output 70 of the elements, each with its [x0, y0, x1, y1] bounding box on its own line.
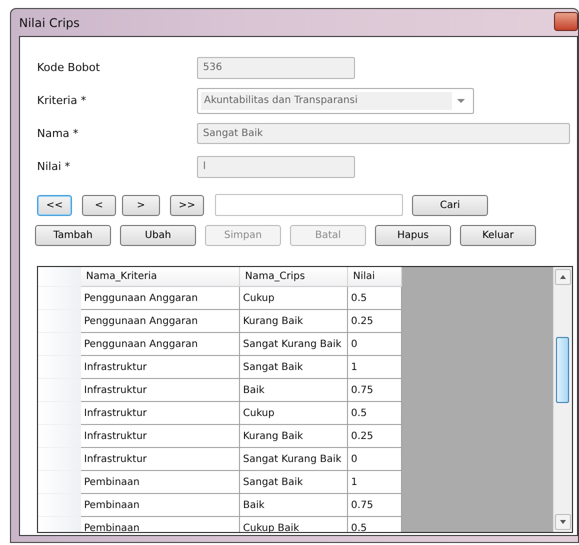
row-header[interactable] — [38, 379, 81, 402]
table-cell: 0.75 — [348, 494, 402, 517]
scrollbar[interactable] — [553, 267, 572, 532]
dropdown-field[interactable]: Akuntabilitas dan Transparansi — [197, 88, 474, 114]
action-button[interactable]: Tambah — [35, 225, 111, 246]
column-header[interactable]: Nama_Kriteria — [81, 267, 240, 287]
row-header[interactable] — [38, 310, 81, 333]
row-header[interactable] — [38, 448, 81, 471]
table-cell: Cukup — [240, 402, 348, 425]
table-cell: Sangat Baik — [240, 356, 348, 379]
table-cell: 0.25 — [348, 425, 402, 448]
navigation-button[interactable]: < — [82, 194, 116, 216]
field-label: Nama * — [37, 127, 80, 140]
navigation-button[interactable]: >> — [170, 194, 204, 216]
table-cell: 0.5 — [348, 517, 402, 532]
input-field[interactable]: Sangat Baik — [197, 123, 570, 144]
close-button[interactable] — [554, 12, 578, 31]
table-cell: Kurang Baik — [240, 310, 348, 333]
table-cell: 0.5 — [348, 402, 402, 425]
search-button[interactable]: Cari — [412, 194, 488, 216]
input-field[interactable]: l — [197, 156, 355, 178]
column-header[interactable]: Nama_Crips — [240, 267, 348, 287]
window-title: Nilai Crips — [19, 16, 80, 30]
field-label: Kriteria * — [37, 94, 88, 107]
table-cell: 1 — [348, 356, 402, 379]
row-header[interactable] — [38, 471, 81, 494]
table-cell: Sangat Kurang Baik — [240, 448, 348, 471]
table-cell: Sangat Baik — [240, 471, 348, 494]
row-header[interactable] — [38, 425, 81, 448]
table-cell: Pembinaan — [81, 517, 240, 532]
table-cell: 0 — [348, 333, 402, 356]
table-cell: Sangat Kurang Baik — [240, 333, 348, 356]
column-header[interactable]: Nilai — [348, 267, 402, 287]
row-header[interactable] — [38, 356, 81, 379]
table-cell: 0.5 — [348, 287, 402, 310]
action-button[interactable]: Hapus — [375, 225, 451, 246]
search-field[interactable] — [215, 194, 403, 216]
row-header[interactable] — [38, 402, 81, 425]
table-cell: Infrastruktur — [81, 425, 240, 448]
action-button[interactable]: Ubah — [120, 225, 196, 246]
row-header[interactable] — [38, 287, 81, 310]
table-cell: Baik — [240, 379, 348, 402]
navigation-button[interactable]: > — [122, 194, 160, 216]
row-header[interactable] — [38, 494, 81, 517]
table-cell: Infrastruktur — [81, 402, 240, 425]
scroll-up-icon[interactable] — [555, 269, 571, 285]
table-cell: 0 — [348, 448, 402, 471]
table-cell: 0.75 — [348, 379, 402, 402]
input-field[interactable]: 536 — [197, 56, 355, 78]
scroll-down-icon[interactable] — [555, 514, 571, 530]
corner-header[interactable] — [38, 267, 81, 287]
table-cell: Infrastruktur — [81, 379, 240, 402]
scroll-thumb[interactable] — [556, 337, 569, 403]
field-label: Kode Bobot — [37, 61, 101, 74]
navigation-button[interactable]: << — [37, 194, 72, 216]
table-cell: Infrastruktur — [81, 448, 240, 471]
table-cell: Penggunaan Anggaran — [81, 287, 240, 310]
table-cell: Penggunaan Anggaran — [81, 333, 240, 356]
table-cell: 1 — [348, 471, 402, 494]
table-cell: Kurang Baik — [240, 425, 348, 448]
table-cell: Pembinaan — [81, 471, 240, 494]
table-cell: 0.25 — [348, 310, 402, 333]
table-cell: Baik — [240, 494, 348, 517]
table-cell: Penggunaan Anggaran — [81, 310, 240, 333]
row-header[interactable] — [38, 333, 81, 356]
action-button[interactable]: Keluar — [460, 225, 536, 246]
table-cell: Infrastruktur — [81, 356, 240, 379]
field-label: Nilai * — [37, 160, 72, 173]
table-cell: Pembinaan — [81, 494, 240, 517]
table-cell: Cukup — [240, 287, 348, 310]
